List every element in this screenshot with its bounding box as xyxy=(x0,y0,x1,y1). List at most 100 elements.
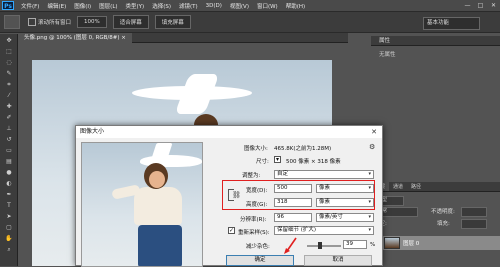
noise-value: 39 xyxy=(346,241,353,247)
shape-tool-icon[interactable]: ▢ xyxy=(3,224,15,232)
healing-tool-icon[interactable]: ✚ xyxy=(3,103,15,111)
resample-label: 重新采样(S): xyxy=(238,230,270,236)
menu-layer[interactable]: 图层(L) xyxy=(95,2,121,10)
document-tab-bar: 头像.png @ 100% (图层 0, RGB/8#) × xyxy=(18,33,348,43)
gradient-tool-icon[interactable]: ▤ xyxy=(3,158,15,166)
eyedropper-tool-icon[interactable]: ⁄ xyxy=(3,92,15,100)
minimize-icon[interactable]: — xyxy=(461,0,474,11)
height-unit-select[interactable]: 像素 xyxy=(316,198,374,207)
image-size-value: 465.8K(之前为1.28M) xyxy=(274,146,332,152)
red-arrow-annotation xyxy=(284,237,297,254)
fit-to-value: 自定 xyxy=(277,171,289,177)
hand-tool-icon[interactable] xyxy=(4,15,20,29)
tab-paths[interactable]: 路径 xyxy=(407,182,425,191)
stamp-tool-icon[interactable]: ⊥ xyxy=(3,125,15,133)
preview-child-body xyxy=(134,187,182,225)
zoom-tool-icon[interactable]: ⌕ xyxy=(3,246,15,254)
opacity-label: 不透明度: xyxy=(431,209,455,215)
height-unit: 像素 xyxy=(319,199,331,205)
fill-label: 填充: xyxy=(437,221,450,227)
resolution-label: 分辨率(R): xyxy=(240,217,267,223)
menu-image[interactable]: 图像(I) xyxy=(70,2,95,10)
noise-slider-thumb[interactable] xyxy=(318,242,323,249)
fill-field[interactable] xyxy=(461,219,487,229)
dialog-title: 图像大小 xyxy=(76,126,382,138)
resolution-input[interactable]: 96 xyxy=(274,213,312,222)
image-preview[interactable] xyxy=(81,142,203,267)
width-unit-select[interactable]: 像素 xyxy=(316,184,374,193)
dimensions-value: 500 像素 × 318 像素 xyxy=(286,159,341,165)
width-value: 500 xyxy=(277,185,288,191)
history-brush-icon[interactable]: ↺ xyxy=(3,136,15,144)
preview-child-face xyxy=(149,171,165,188)
eraser-tool-icon[interactable]: ▭ xyxy=(3,147,15,155)
layer-row[interactable]: ◉ 图层 0 xyxy=(371,236,500,250)
image-size-label: 图像大小: xyxy=(244,146,268,152)
height-input[interactable]: 318 xyxy=(274,198,312,207)
menu-type[interactable]: 类型(Y) xyxy=(122,2,149,10)
resample-checkbox[interactable]: ✓ xyxy=(228,227,235,234)
menu-filter[interactable]: 滤镜(T) xyxy=(175,2,202,10)
close-icon[interactable]: ✕ xyxy=(487,0,500,11)
gear-icon[interactable]: ⚙ xyxy=(369,143,375,151)
properties-title[interactable]: 属性 xyxy=(371,38,390,44)
tab-channels[interactable]: 通道 xyxy=(389,182,407,191)
noise-label: 减少杂色: xyxy=(246,244,270,250)
preview-child-jeans xyxy=(138,225,182,266)
resolution-value: 96 xyxy=(277,214,284,220)
toolbox: ✥ ⬚ ◌ ✎ ⌗ ⁄ ✚ ✐ ⊥ ↺ ▭ ▤ ● ◐ ✒ T ➤ ▢ ✋ ⌕ xyxy=(0,34,18,266)
ok-button[interactable]: 确定 xyxy=(226,255,294,266)
menu-bar: Ps 文件(F) 编辑(E) 图像(I) 图层(L) 类型(Y) 选择(S) 滤… xyxy=(0,0,500,11)
workspace-select[interactable]: 基本功能 xyxy=(423,17,480,30)
marquee-tool-icon[interactable]: ⬚ xyxy=(3,48,15,56)
resolution-unit: 像素/英寸 xyxy=(319,214,343,220)
quick-select-tool-icon[interactable]: ✎ xyxy=(3,70,15,78)
dimensions-dropdown-icon[interactable]: ▾ xyxy=(274,156,281,163)
zoom-100-button[interactable]: 100% xyxy=(77,16,107,28)
cancel-button[interactable]: 取消 xyxy=(304,255,372,266)
fit-to-label: 调整为: xyxy=(242,173,261,179)
maximize-icon[interactable]: □ xyxy=(474,0,487,11)
scroll-all-windows-label: 滚动所有窗口 xyxy=(38,20,72,26)
path-select-tool-icon[interactable]: ➤ xyxy=(3,213,15,221)
properties-panel: 无属性 xyxy=(371,46,500,176)
noise-slider-track[interactable] xyxy=(307,245,341,247)
dodge-tool-icon[interactable]: ◐ xyxy=(3,180,15,188)
document-tab[interactable]: 头像.png @ 100% (图层 0, RGB/8#) × xyxy=(18,33,132,43)
photoshop-logo: Ps xyxy=(2,1,14,10)
link-icon[interactable]: ⛓ xyxy=(232,191,241,199)
menu-view[interactable]: 视图(V) xyxy=(226,2,253,10)
menu-window[interactable]: 窗口(W) xyxy=(253,2,282,10)
opacity-field[interactable] xyxy=(461,207,487,217)
pen-tool-icon[interactable]: ✒ xyxy=(3,191,15,199)
crop-tool-icon[interactable]: ⌗ xyxy=(3,81,15,89)
blur-tool-icon[interactable]: ● xyxy=(3,169,15,177)
fit-to-select[interactable]: 自定 xyxy=(274,170,374,179)
menu-file[interactable]: 文件(F) xyxy=(17,2,43,10)
resample-select[interactable]: 保留细节 (扩大) xyxy=(274,226,374,235)
menu-select[interactable]: 选择(S) xyxy=(148,2,175,10)
scroll-all-windows-checkbox[interactable] xyxy=(28,18,36,26)
properties-panel-header: 属性 xyxy=(371,36,500,46)
fit-screen-button[interactable]: 适合屏幕 xyxy=(112,15,149,29)
menu-edit[interactable]: 编辑(E) xyxy=(43,2,70,10)
menu-help[interactable]: 帮助(H) xyxy=(282,2,309,10)
width-unit: 像素 xyxy=(319,185,331,191)
dialog-close-icon[interactable]: ✕ xyxy=(369,127,379,137)
hand-icon[interactable]: ✋ xyxy=(3,235,15,243)
width-label: 宽度(D): xyxy=(246,188,268,194)
window-controls: — □ ✕ xyxy=(461,0,500,11)
menu-3d[interactable]: 3D(D) xyxy=(202,3,226,9)
brush-tool-icon[interactable]: ✐ xyxy=(3,114,15,122)
width-input[interactable]: 500 xyxy=(274,184,312,193)
layer-name[interactable]: 图层 0 xyxy=(403,239,419,247)
image-size-dialog: 图像大小 ✕ 图像大小: 465.8K(之前为1.28M) ⚙ 尺寸: ▾ 50… xyxy=(75,125,383,267)
noise-input[interactable]: 39 xyxy=(343,240,367,249)
height-label: 高度(G): xyxy=(246,202,268,208)
type-tool-icon[interactable]: T xyxy=(3,202,15,210)
resolution-unit-select[interactable]: 像素/英寸 xyxy=(316,213,374,222)
move-tool-icon[interactable]: ✥ xyxy=(3,37,15,45)
height-value: 318 xyxy=(277,199,288,205)
fill-screen-button[interactable]: 填充屏幕 xyxy=(154,15,191,29)
lasso-tool-icon[interactable]: ◌ xyxy=(3,59,15,67)
